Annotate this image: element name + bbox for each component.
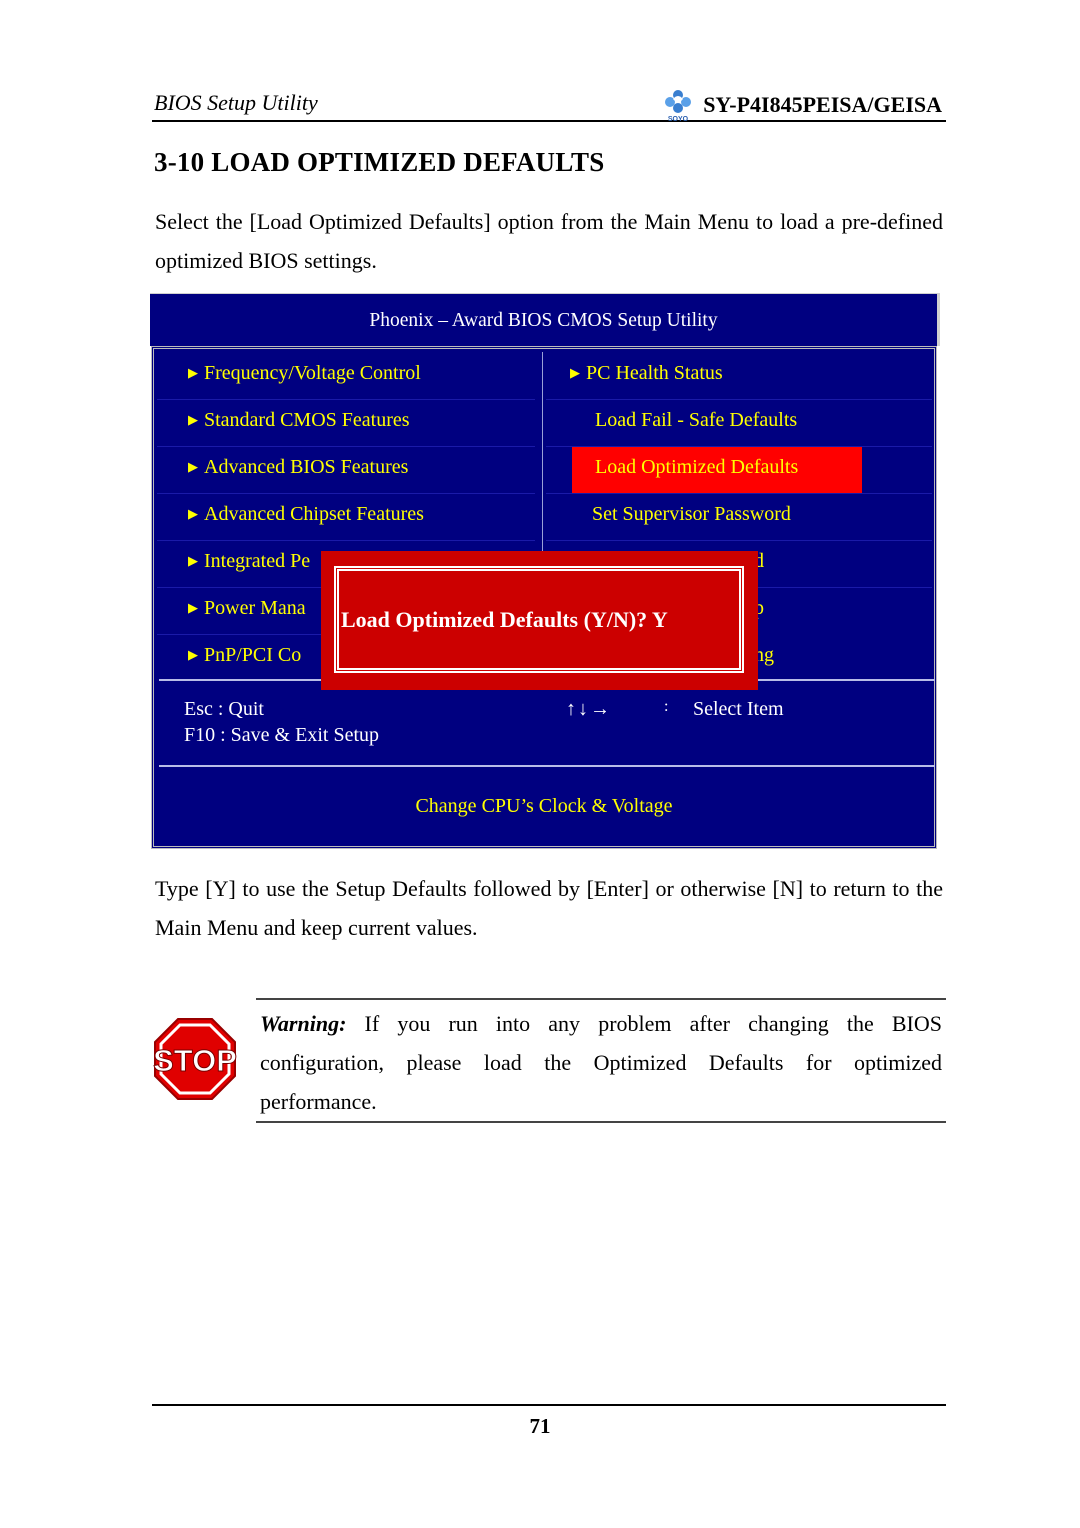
f10-save-exit-hint: F10 : Save & Exit Setup: [184, 724, 379, 746]
row-divider: [546, 399, 932, 400]
arrow-keys-icon: ↑↓→: [566, 698, 612, 720]
row-divider: [157, 399, 535, 400]
menu-item-integrated-peripherals[interactable]: ▶ Integrated Pe: [188, 550, 310, 573]
warning-label: Warning:: [260, 1011, 347, 1036]
menu-item-pc-health-status[interactable]: ▶ PC Health Status: [570, 362, 723, 385]
row-divider: [157, 540, 535, 541]
page-number: 71: [529, 1414, 551, 1438]
row-divider: [157, 446, 535, 447]
stop-sign-icon: STOP: [153, 1017, 237, 1101]
submenu-arrow-icon: ▶: [188, 365, 198, 380]
submenu-arrow-icon: ▶: [188, 553, 198, 568]
soyo-logo-icon: SOYO: [661, 88, 695, 123]
warning-top-rule: [256, 998, 946, 1000]
menu-item-set-supervisor-password[interactable]: Set Supervisor Password: [592, 503, 791, 526]
manual-title: BIOS Setup Utility: [154, 90, 318, 115]
model-header: SOYO SY-P4I845PEISA/GEISA: [661, 88, 942, 123]
menu-item-advanced-bios-features[interactable]: ▶ Advanced BIOS Features: [188, 456, 408, 479]
submenu-arrow-icon: ▶: [188, 459, 198, 474]
footer-rule: [152, 1404, 946, 1406]
key-colon: :: [664, 698, 669, 715]
instructions-paragraph: Type [Y] to use the Setup Defaults follo…: [155, 876, 943, 940]
menu-item-pnp-pci-configurations[interactable]: ▶ PnP/PCI Co: [188, 644, 301, 667]
menu-item-advanced-chipset-features[interactable]: ▶ Advanced Chipset Features: [188, 503, 424, 526]
menu-item-standard-cmos-features[interactable]: ▶ Standard CMOS Features: [188, 409, 410, 432]
stop-text: STOP: [153, 1043, 237, 1078]
row-divider: [546, 493, 932, 494]
page-header: BIOS Setup Utility SOYO SY-P4I845PEISA/G…: [152, 88, 946, 123]
submenu-arrow-icon: ▶: [188, 412, 198, 427]
submenu-arrow-icon: ▶: [188, 600, 198, 615]
intro-paragraph: Select the [Load Optimized Defaults] opt…: [155, 209, 943, 273]
menu-item-frequency-voltage-control[interactable]: ▶ Frequency/Voltage Control: [188, 362, 421, 385]
submenu-arrow-icon: ▶: [188, 506, 198, 521]
row-divider: [157, 493, 535, 494]
confirm-dialog: Load Optimized Defaults (Y/N)? Y: [321, 551, 758, 690]
help-line-divider: [159, 765, 935, 767]
menu-item-power-management[interactable]: ▶ Power Mana: [188, 597, 306, 620]
item-help-text: Change CPU’s Clock & Voltage: [415, 795, 673, 817]
bios-title-bar: Phoenix – Award BIOS CMOS Setup Utility: [150, 293, 940, 346]
menu-item-load-optimized-defaults[interactable]: Load Optimized Defaults: [595, 456, 798, 479]
dialog-message[interactable]: Load Optimized Defaults (Y/N)? Y: [341, 607, 668, 633]
submenu-arrow-icon: ▶: [188, 647, 198, 662]
row-divider: [546, 540, 932, 541]
svg-text:SOYO: SOYO: [668, 116, 689, 122]
warning-body: If you run into any problem after changi…: [260, 1011, 942, 1114]
warning-text: Warning: If you run into any problem aft…: [260, 1004, 942, 1121]
section-heading: 3-10 LOAD OPTIMIZED DEFAULTS: [154, 147, 605, 177]
model-name: SY-P4I845PEISA/GEISA: [703, 92, 942, 117]
warning-bottom-rule: [256, 1121, 946, 1123]
menu-item-load-fail-safe-defaults[interactable]: Load Fail - Safe Defaults: [595, 409, 797, 432]
esc-quit-hint: Esc : Quit: [184, 698, 264, 720]
select-item-hint: Select Item: [693, 698, 784, 720]
submenu-arrow-icon: ▶: [570, 365, 580, 380]
